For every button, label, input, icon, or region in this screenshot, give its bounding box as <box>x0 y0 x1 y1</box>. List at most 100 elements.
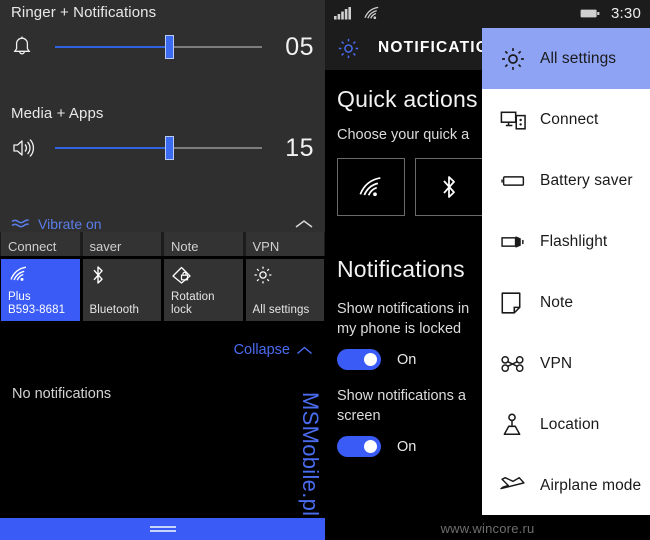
toggle-lockscreen-notifications[interactable] <box>337 349 381 370</box>
collapse-button[interactable]: Collapse <box>0 334 325 366</box>
wifi-icon <box>356 175 386 199</box>
menu-item-flashlight[interactable]: Flashlight <box>482 211 650 272</box>
airplane-icon <box>500 474 540 498</box>
slider-thumb[interactable] <box>165 136 174 160</box>
quick-actions-cutoff-row: Connect saver Note VPN <box>0 232 325 256</box>
toggle-lockscreen-state: On <box>397 352 416 368</box>
menu-item-all-settings-label: All settings <box>540 50 616 68</box>
settings-quick-action-wifi[interactable] <box>337 158 405 216</box>
wifi-icon <box>363 6 381 20</box>
quick-action-tile-bluetooth[interactable]: Bluetooth <box>83 259 162 321</box>
left-panel-action-center: Ringer + Notifications 05 <box>0 0 325 540</box>
cutoff-tile-label: Note <box>171 239 198 254</box>
slider-thumb[interactable] <box>165 35 174 59</box>
toggle-actioncenter-notifications[interactable] <box>337 436 381 457</box>
drag-handle-icon[interactable] <box>150 524 176 534</box>
footer-strip: www.wincore.ru <box>325 516 650 540</box>
quick-action-tile-all-settings[interactable]: All settings <box>246 259 325 321</box>
cutoff-tile[interactable]: Connect <box>1 232 80 256</box>
setting-label-line2: my phone is locked <box>337 321 461 337</box>
cellular-signal-icon <box>334 7 351 20</box>
settings-quick-action-bluetooth[interactable] <box>415 158 483 216</box>
status-bar-right: 3:30 <box>580 5 641 22</box>
location-icon <box>500 413 540 437</box>
wifi-icon <box>8 265 73 285</box>
gear-icon <box>337 37 360 60</box>
tile-line2: lock <box>171 304 192 316</box>
setting-label-line2: screen <box>337 408 381 424</box>
volume-group-ringer-label: Ringer + Notifications <box>0 4 325 21</box>
tile-line1: Plus <box>8 291 31 303</box>
quick-action-tile-rotation-lock-label: Rotationlock <box>171 291 236 316</box>
volume-row-media: 15 <box>0 125 325 171</box>
menu-item-note-label: Note <box>540 294 573 312</box>
note-icon <box>500 291 540 315</box>
menu-item-vpn-label: VPN <box>540 355 572 373</box>
battery-icon <box>580 8 600 19</box>
tile-line2: B593-8681 <box>8 304 65 316</box>
watermark-wincore: www.wincore.ru <box>441 521 535 536</box>
vpn-icon <box>500 355 540 373</box>
settings-overlay-menu: All settings Connect <box>482 28 650 515</box>
toggle-actioncenter-state: On <box>397 439 416 455</box>
vibrate-label: Vibrate on <box>38 216 294 232</box>
quick-action-tile-wifi[interactable]: PlusB593-8681 <box>1 259 80 321</box>
quick-action-tile-wifi-label: PlusB593-8681 <box>8 291 73 316</box>
menu-item-note[interactable]: Note <box>482 272 650 333</box>
volume-flyout: Ringer + Notifications 05 <box>0 0 325 205</box>
collapse-label: Collapse <box>234 342 290 358</box>
cutoff-tile[interactable]: saver <box>83 232 162 256</box>
media-volume-value: 15 <box>266 134 314 163</box>
menu-item-vpn[interactable]: VPN <box>482 333 650 394</box>
media-volume-slider[interactable] <box>55 138 262 158</box>
gear-icon <box>253 265 318 285</box>
chevron-up-icon[interactable] <box>294 218 314 230</box>
vibrate-icon <box>11 217 29 231</box>
tile-line1: Rotation <box>171 291 215 303</box>
menu-item-airplane-mode-label: Airplane mode <box>540 477 641 495</box>
menu-item-connect[interactable]: Connect <box>482 89 650 150</box>
volume-group-ringer: Ringer + Notifications 05 <box>0 4 325 70</box>
volume-group-media: Media + Apps <box>0 105 325 171</box>
speaker-icon <box>11 137 51 159</box>
quick-action-tile-rotation-lock[interactable]: Rotationlock <box>164 259 243 321</box>
ringer-volume-slider[interactable] <box>55 37 262 57</box>
menu-item-all-settings[interactable]: All settings <box>482 28 650 89</box>
gear-icon <box>500 46 540 72</box>
menu-item-battery-saver-label: Battery saver <box>540 172 633 190</box>
flashlight-icon <box>500 233 540 251</box>
menu-item-battery-saver[interactable]: Battery saver <box>482 150 650 211</box>
setting-label-line1: Show notifications a <box>337 388 466 404</box>
toggle-knob <box>364 353 377 366</box>
menu-item-airplane-mode[interactable]: Airplane mode <box>482 455 650 515</box>
watermark-msmobile-left: MSMobile.pl <box>297 392 323 516</box>
slider-fill <box>55 46 169 48</box>
status-bar-left <box>334 6 381 20</box>
bluetooth-icon <box>439 174 459 200</box>
quick-action-tile-all-settings-label: All settings <box>253 304 318 317</box>
bluetooth-icon <box>90 265 155 285</box>
toggle-knob <box>364 440 377 453</box>
cutoff-tile-label: VPN <box>253 239 280 254</box>
volume-row-ringer: 05 <box>0 24 325 70</box>
no-notifications-text: No notifications <box>12 386 111 402</box>
ringer-volume-value: 05 <box>266 33 314 62</box>
quick-actions-row: PlusB593-8681 Bluetooth <box>0 259 325 321</box>
chevron-up-icon <box>296 345 313 356</box>
system-nav-bar[interactable] <box>0 518 325 540</box>
menu-item-connect-label: Connect <box>540 111 598 129</box>
rotation-lock-icon <box>171 265 236 285</box>
menu-item-flashlight-label: Flashlight <box>540 233 607 251</box>
battery-icon <box>500 173 540 189</box>
menu-item-location[interactable]: Location <box>482 394 650 455</box>
cutoff-tile-label: saver <box>90 239 122 254</box>
cutoff-tile-label: Connect <box>8 239 56 254</box>
screenshot-root: Ringer + Notifications 05 <box>0 0 650 540</box>
cutoff-tile[interactable]: Note <box>164 232 243 256</box>
quick-action-tile-bluetooth-label: Bluetooth <box>90 304 155 317</box>
menu-item-location-label: Location <box>540 416 599 434</box>
setting-label-line1: Show notifications in <box>337 301 469 317</box>
cutoff-tile[interactable]: VPN <box>246 232 325 256</box>
page-title: NOTIFICATIO <box>378 39 489 57</box>
volume-group-media-label: Media + Apps <box>0 105 325 122</box>
